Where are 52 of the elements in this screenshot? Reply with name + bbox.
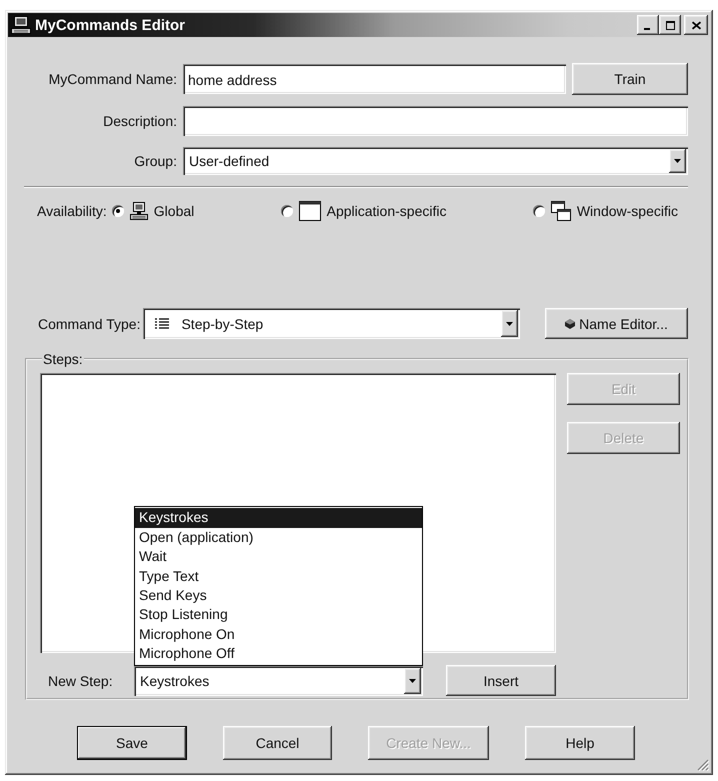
- dropdown-option[interactable]: Keystrokes: [135, 508, 422, 528]
- field-label: Availability:: [37, 203, 107, 219]
- radio-button[interactable]: [532, 205, 545, 217]
- dropdown-option[interactable]: Stop Listening: [135, 605, 422, 625]
- option-label[interactable]: Window-specific: [576, 203, 678, 219]
- dialog-button[interactable]: Cancel: [223, 726, 332, 760]
- dropdown-field[interactable]: Step-by-Step: [143, 308, 520, 339]
- field-label: Group:: [133, 153, 177, 169]
- group-label: Steps:: [42, 351, 84, 367]
- list-icon: [155, 318, 170, 329]
- field-label: New Step:: [48, 672, 114, 688]
- dropdown-option[interactable]: Microphone On: [135, 624, 422, 644]
- dropdown-option[interactable]: Microphone Off: [135, 644, 422, 664]
- dropdown-button[interactable]: [501, 310, 518, 337]
- minimize-button[interactable]: [637, 15, 659, 35]
- radio-button[interactable]: [280, 205, 293, 217]
- resize-grip-icon[interactable]: [697, 759, 709, 771]
- dropdown-button[interactable]: [669, 149, 686, 173]
- maximize-icon: [666, 20, 674, 30]
- dropdown-field[interactable]: User-defined: [183, 147, 688, 175]
- train-button[interactable]: Train: [572, 63, 688, 95]
- field-label: MyCommand Name:: [48, 71, 177, 87]
- dropdown-option[interactable]: Wait: [135, 547, 422, 567]
- field-label: Command Type:: [38, 316, 140, 332]
- window-title: MyCommands Editor: [35, 16, 186, 34]
- minimize-icon: [644, 28, 650, 30]
- stacked-windows-icon: [550, 201, 571, 221]
- option-label[interactable]: Global: [154, 203, 194, 219]
- radio-button[interactable]: [112, 205, 124, 217]
- caret-icon: [409, 678, 416, 682]
- dropdown-button[interactable]: [404, 668, 421, 694]
- dropdown-option[interactable]: Type Text: [135, 566, 422, 586]
- dropdown-option[interactable]: Open (application): [135, 528, 422, 548]
- field-label: Description:: [102, 113, 177, 129]
- maximize-button[interactable]: [659, 15, 681, 35]
- text-field[interactable]: home address: [183, 64, 566, 94]
- close-button[interactable]: [684, 15, 708, 35]
- option-label[interactable]: Application-specific: [326, 203, 446, 219]
- computer-icon: [130, 202, 148, 220]
- insert-button[interactable]: Insert: [446, 665, 556, 696]
- dropdown-option[interactable]: Send Keys: [135, 586, 422, 606]
- close-icon: [692, 20, 700, 30]
- computer-icon: [11, 16, 31, 34]
- dropdown-field[interactable]: Keystrokes: [134, 666, 423, 696]
- window-icon: [298, 201, 321, 221]
- dialog-button[interactable]: Save: [77, 726, 187, 760]
- caret-icon: [506, 322, 514, 326]
- dialog-button[interactable]: Help: [525, 726, 635, 760]
- name-editor-button[interactable]: Name Editor...: [545, 308, 688, 339]
- text-field[interactable]: [183, 106, 688, 136]
- caret-icon: [674, 159, 681, 163]
- cube-icon: [565, 318, 576, 328]
